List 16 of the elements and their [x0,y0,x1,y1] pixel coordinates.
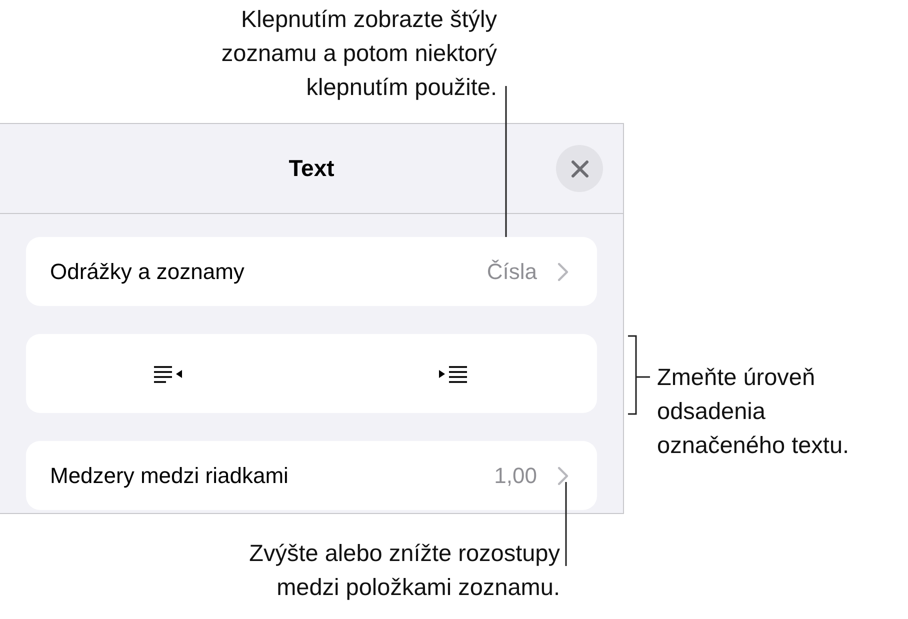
settings-row[interactable]: Medzery medzi riadkami 1,00 [26,441,597,510]
indent-icon [439,364,470,384]
outdent-icon [154,364,184,384]
chevron-icon [557,262,569,282]
row-label: Odrážky a zoznamy [50,258,246,284]
chevron-icon [557,466,569,486]
panel-title: Text [288,155,334,182]
row-value: Čísla [486,258,537,284]
callout-text: Zmeňte úroveň odsadenia označeného textu. [657,363,850,460]
close-button[interactable] [556,145,603,192]
callout-text: Zvýšte alebo znížte rozostupy medzi položkami zoznamu. [249,539,560,602]
settings-row[interactable]: Odrážky a zoznamy Čísla [26,237,597,306]
close-icon [570,160,588,178]
row-label: Medzery medzi riadkami [50,462,290,488]
row-value: 1,00 [494,462,537,488]
callout-text: Klepnutím zobrazte štýly zoznamu a potom niektorý klepnutím použite. [221,5,497,102]
